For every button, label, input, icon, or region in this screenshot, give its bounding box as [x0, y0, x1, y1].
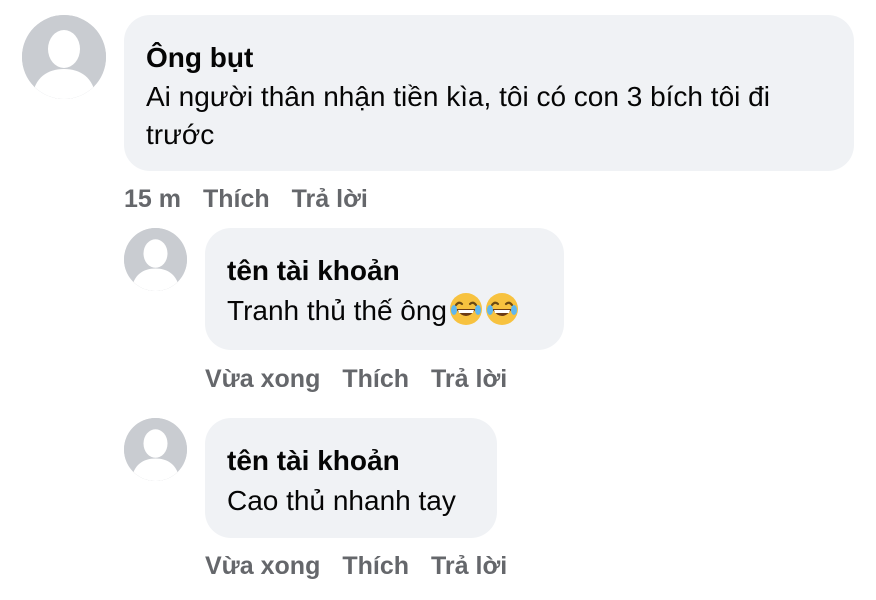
reply-actions: Vừa xong Thích Trả lời [205, 551, 529, 581]
reply-bubble: tên tài khoản Cao thủ nhanh tay [205, 418, 497, 538]
default-avatar-icon [124, 228, 187, 291]
reply-button[interactable]: Trả lời [431, 365, 507, 393]
avatar[interactable] [124, 228, 187, 291]
like-button[interactable]: Thích [203, 185, 270, 213]
face-with-tears-of-joy-icon [449, 292, 483, 326]
avatar[interactable] [22, 15, 106, 99]
comment-bubble: Ông bụt Ai người thân nhận tiền kìa, tôi… [124, 15, 854, 171]
comment-author[interactable]: Ông bụt [146, 41, 830, 75]
avatar[interactable] [124, 418, 187, 481]
reply-button[interactable]: Trả lời [292, 185, 368, 213]
reply-author[interactable]: tên tài khoản [227, 444, 477, 478]
reply-bubble: tên tài khoản Tranh thủ thế ông [205, 228, 564, 350]
face-with-tears-of-joy-icon [485, 292, 519, 326]
like-button[interactable]: Thích [342, 365, 409, 393]
comment-time[interactable]: 15 m [124, 185, 181, 213]
reply-button[interactable]: Trả lời [431, 552, 507, 580]
default-avatar-icon [22, 15, 106, 99]
reply-time[interactable]: Vừa xong [205, 365, 320, 393]
default-avatar-icon [124, 418, 187, 481]
comment-actions: 15 m Thích Trả lời [124, 184, 390, 214]
reply-actions: Vừa xong Thích Trả lời [205, 364, 529, 394]
reply-author[interactable]: tên tài khoản [227, 254, 544, 288]
reply-time[interactable]: Vừa xong [205, 552, 320, 580]
comment-text: Ai người thân nhận tiền kìa, tôi có con … [146, 81, 770, 150]
like-button[interactable]: Thích [342, 552, 409, 580]
reply-text-line: Tranh thủ thế ông [227, 292, 544, 330]
reply-text: Tranh thủ thế ông [227, 295, 448, 326]
reply-text: Cao thủ nhanh tay [227, 485, 456, 516]
